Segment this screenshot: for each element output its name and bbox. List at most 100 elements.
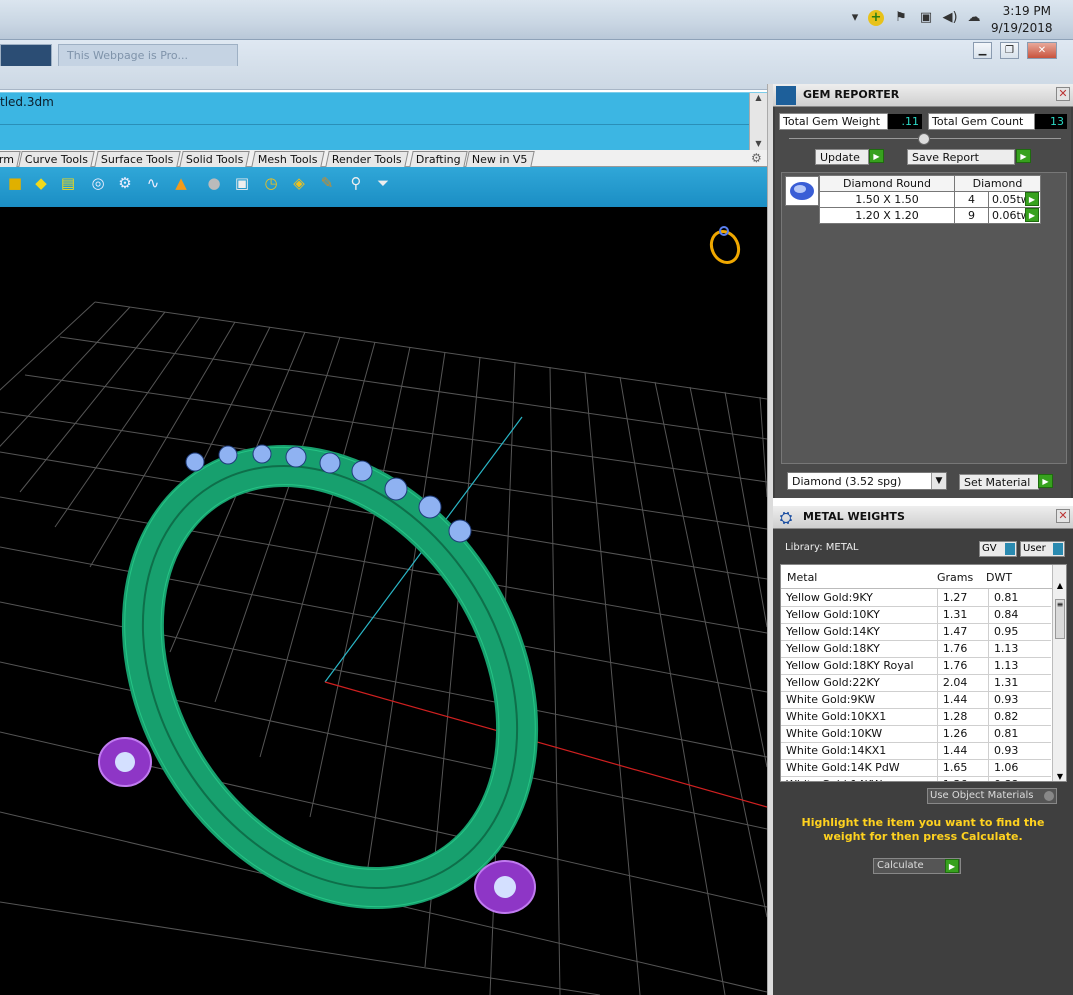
tab-drafting[interactable]: Drafting [409,151,468,167]
volume-icon[interactable]: ◀) [942,10,958,26]
show-hidden-icons-icon[interactable]: ▾ [847,10,863,26]
gem-table-header-shape: Diamond Round [819,175,955,192]
material-select[interactable]: Diamond (3.52 spg) ▼ [787,472,947,490]
metal-grams: 2.04 [936,674,989,692]
metal-grams: 1.36 [936,776,989,781]
scrollbar-thumb[interactable]: ≡ [1055,599,1065,639]
total-gem-count-value: 13 [1035,114,1067,129]
tab-mesh-tools[interactable]: Mesh Tools [251,151,325,167]
gear-tool-icon[interactable]: ⚙ [114,172,136,194]
sphere-icon[interactable]: ● [203,172,225,194]
magnifier-icon[interactable]: ⚲ [345,172,367,194]
table-row[interactable]: Yellow Gold:22KY 2.04 1.31 [781,674,1051,692]
close-button[interactable]: ✕ [1027,42,1057,59]
metal-grams: 1.31 [936,606,989,624]
surface-icon[interactable]: ▤ [57,172,79,194]
metal-name: White Gold:14K PdW [781,759,938,777]
command-history-area[interactable]: tled.3dm ▲ ▼ [0,92,767,151]
clock-date[interactable]: 9/19/2018 [991,21,1053,35]
metal-grams: 1.44 [936,742,989,760]
material-select-value: Diamond (3.52 spg) [792,475,902,488]
cube-icon[interactable]: ▣ [231,172,253,194]
clock-icon[interactable]: ◷ [260,172,282,194]
perspective-viewport[interactable] [0,207,767,995]
metal-grams: 1.65 [936,759,989,777]
minimize-button[interactable]: ▁ [973,42,992,59]
box-icon[interactable]: ■ [4,172,26,194]
gem-reporter-title: GEM REPORTER [803,88,900,101]
save-report-play-icon[interactable]: ▶ [1016,149,1031,163]
filter-icon[interactable]: ⏷ [372,172,394,194]
table-row[interactable]: White Gold:10KX1 1.28 0.82 [781,708,1051,726]
close-icon[interactable]: ✕ [1056,87,1070,101]
save-report-button[interactable]: Save Report [907,149,1015,165]
set-material-button[interactable]: Set Material [959,474,1039,490]
user-toggle[interactable]: User [1020,541,1065,557]
close-icon[interactable]: ✕ [1056,509,1070,523]
set-material-play-icon[interactable]: ▶ [1038,474,1053,488]
metal-dwt: 0.81 [987,725,1051,743]
clock-time[interactable]: 3:19 PM [991,4,1051,18]
tab-surface-tools[interactable]: Surface Tools [94,151,181,167]
network-plus-icon[interactable]: + [868,10,884,26]
monitor-icon[interactable]: ▣ [918,10,934,26]
brush-icon[interactable]: ✎ [316,172,338,194]
total-gem-weight-value: .11 [888,114,922,129]
diamond-thumbnail[interactable] [785,176,819,206]
calculate-button[interactable]: Calculate ▶ [873,858,961,874]
table-row[interactable]: White Gold:14KW1.360.88 [781,776,1051,781]
tab-new-in-v5[interactable]: New in V5 [465,151,535,167]
upload-cloud-icon[interactable]: ☁ [966,10,982,26]
table-row[interactable]: 1.20 X 1.20 9 0.06tw [819,207,1041,224]
update-play-icon[interactable]: ▶ [869,149,884,163]
metal-list[interactable]: Metal Grams DWT Yellow Gold:9KY 1.27 0.81 Y… [780,564,1067,782]
tab-curve-tools[interactable]: Curve Tools [18,151,95,167]
metal-name: Yellow Gold:9KY [781,589,938,607]
metal-name: Yellow Gold:14KY [781,623,938,641]
x-axis [324,681,767,808]
table-row[interactable]: Yellow Gold:18KY Royal 1.76 1.13 [781,657,1051,675]
row-play-icon[interactable]: ▶ [1025,192,1039,206]
table-row[interactable]: Yellow Gold:9KY 1.27 0.81 [781,589,1051,607]
gv-toggle[interactable]: GV [979,541,1017,557]
table-row[interactable]: White Gold:10KW 1.26 0.81 [781,725,1051,743]
command-scrollbar[interactable]: ▲ ▼ [749,93,767,151]
table-row[interactable]: Yellow Gold:10KY 1.31 0.84 [781,606,1051,624]
use-object-materials-toggle[interactable]: Use Object Materials [927,788,1057,804]
curve-icon[interactable]: ∿ [142,172,164,194]
splitter-handle[interactable] [918,133,930,145]
tab-solid-tools[interactable]: Solid Tools [179,151,251,167]
gem-table-header-material: Diamond [954,175,1041,192]
table-row[interactable]: White Gold:14K PdW 1.65 1.06 [781,759,1051,777]
window-chrome: This Webpage is Pro... ▁ ❐ ✕ [0,40,1073,90]
table-row[interactable]: White Gold:14KX1 1.44 0.93 [781,742,1051,760]
metal-name: White Gold:10KW [781,725,938,743]
restore-button[interactable]: ❐ [1000,42,1019,59]
metal-dwt: 1.31 [987,674,1051,692]
row-play-icon[interactable]: ▶ [1025,208,1039,222]
spiral-icon[interactable]: ◎ [87,172,109,194]
metal-dwt: 1.13 [987,640,1051,658]
browser-tab-dark[interactable] [0,44,52,66]
viewport-canvas [0,226,767,995]
metal-table: Yellow Gold:9KY 1.27 0.81 Yellow Gold:10KY 1… [781,589,1051,781]
table-row[interactable]: White Gold:9KW 1.44 0.93 [781,691,1051,709]
metal-weights-panel: ⛭ METAL WEIGHTS ✕ Library: METAL GV User… [773,506,1073,995]
gem-reporter-icon [776,86,796,105]
chevron-down-icon[interactable]: ▼ [931,473,946,489]
browser-tab[interactable]: This Webpage is Pro... [58,44,238,66]
gem-table: Diamond Round Diamond 1.50 X 1.50 4 0.05tw … [819,175,1041,224]
gems-icon[interactable]: ◈ [288,172,310,194]
table-row[interactable]: Yellow Gold:18KY 1.76 1.13 [781,640,1051,658]
triangle-icon[interactable]: ▲ [170,172,192,194]
plane-icon[interactable]: ◆ [30,172,52,194]
flag-icon[interactable]: ⚑ [893,10,909,26]
gear-icon[interactable]: ⚙ [751,151,762,165]
table-row[interactable]: Yellow Gold:14KY 1.47 0.95 [781,623,1051,641]
metal-name: White Gold:10KX1 [781,708,938,726]
update-button[interactable]: Update [815,149,869,165]
metal-list-scrollbar[interactable]: ▲ ≡ ▼ [1052,565,1066,781]
tab-render-tools[interactable]: Render Tools [325,151,409,167]
gem-reporter-header: GEM REPORTER ✕ [773,84,1073,107]
table-row[interactable]: 1.50 X 1.50 4 0.05tw [819,191,1041,208]
